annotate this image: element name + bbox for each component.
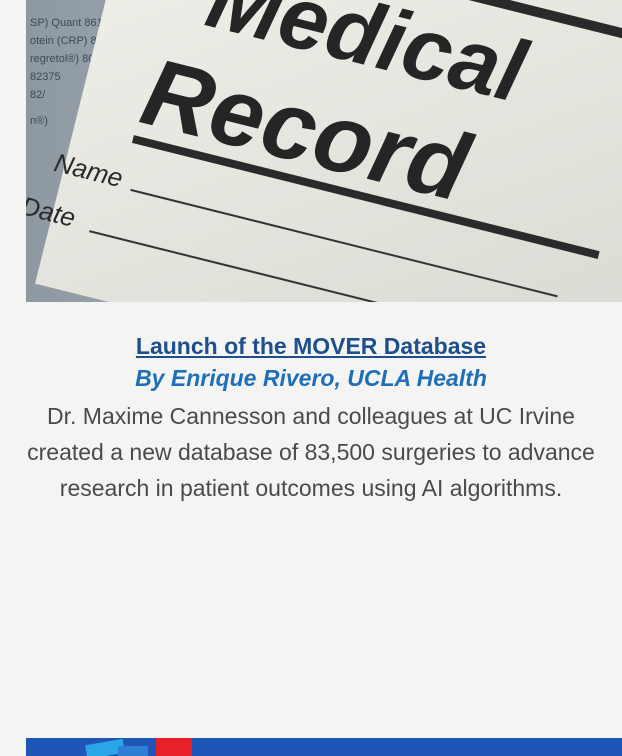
svg-text:82375: 82375 (30, 71, 61, 83)
blue-blocks-photo (26, 738, 622, 756)
article-hero-image[interactable]: SP) Quant 86140 otein (CRP) 86141 regret… (26, 0, 622, 302)
medical-record-photo: SP) Quant 86140 otein (CRP) 86141 regret… (26, 0, 622, 302)
svg-text:82/: 82/ (30, 89, 46, 101)
article-summary: Dr. Maxime Cannesson and colleagues at U… (27, 403, 595, 501)
next-article-image[interactable] (26, 738, 622, 756)
record-paper: Medical Record Name Date (26, 0, 622, 302)
article-card: Launch of the MOVER Database By Enrique … (0, 330, 622, 506)
svg-text:n®): n®) (30, 115, 48, 127)
article-headline-link[interactable]: Launch of the MOVER Database (136, 330, 486, 362)
article-byline: By Enrique Rivero, UCLA Health (135, 365, 487, 391)
